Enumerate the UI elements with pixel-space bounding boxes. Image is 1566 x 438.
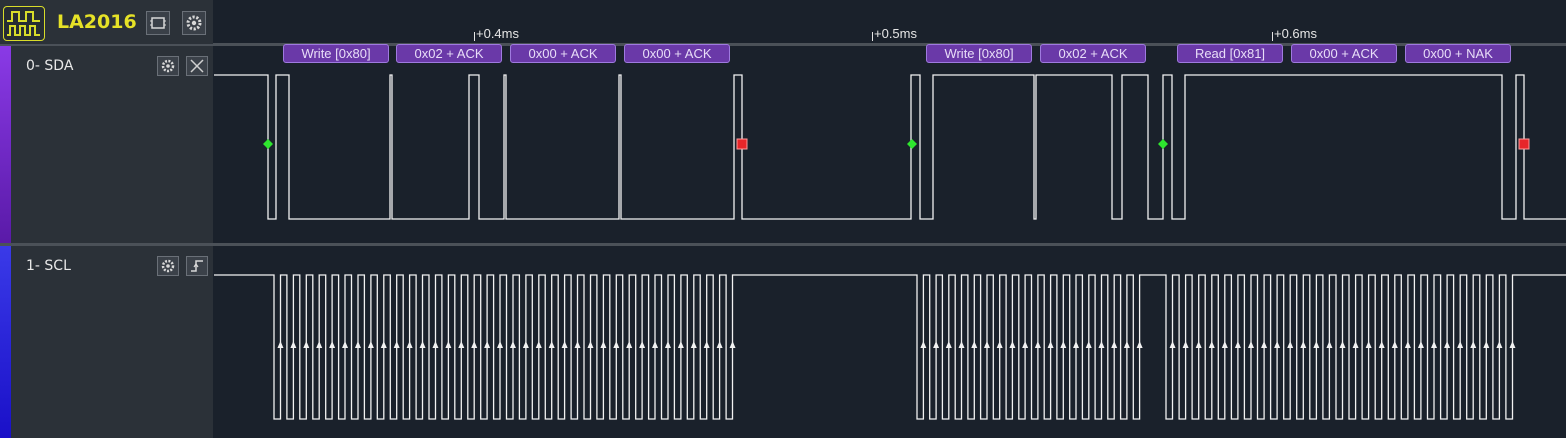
start-condition-marker: [907, 139, 917, 149]
device-header: LA2016: [0, 0, 213, 45]
scl-waveform: [214, 274, 1566, 420]
channel-settings-button[interactable]: [157, 56, 179, 76]
time-marker-label: +0.5ms: [874, 26, 917, 41]
time-tick: [872, 32, 873, 41]
channel-divider: [0, 243, 1566, 246]
gear-icon: [161, 259, 175, 273]
channel-color-stripe: [0, 246, 11, 438]
chip-icon: [150, 17, 166, 29]
decode-label[interactable]: 0x00 + ACK: [1291, 44, 1397, 63]
time-marker-label: +0.6ms: [1274, 26, 1317, 41]
decode-label[interactable]: 0x00 + NAK: [1405, 44, 1511, 63]
channel-panel-sda: 0- SDA: [0, 46, 213, 243]
waveform-area[interactable]: [0, 0, 1566, 438]
decode-label[interactable]: Write [0x80]: [926, 44, 1032, 63]
time-tick: [474, 32, 475, 41]
channel-trigger-button[interactable]: [186, 256, 208, 276]
channel-color-stripe: [0, 46, 11, 243]
decode-label[interactable]: 0x00 + ACK: [510, 44, 616, 63]
logic-analyzer-logo-icon: [3, 6, 45, 41]
channel-panel-scl: 1- SCL: [0, 246, 213, 438]
device-settings-button[interactable]: [182, 11, 206, 35]
decode-label[interactable]: 0x00 + ACK: [624, 44, 730, 63]
logic-analyzer-window: LA2016 0- SDA 1- SCL +0.4ms +0.5ms +0.6m…: [0, 0, 1566, 438]
gear-icon: [161, 59, 175, 73]
time-tick: [1272, 32, 1273, 41]
close-icon: [190, 59, 204, 73]
decode-label[interactable]: 0x02 + ACK: [1040, 44, 1146, 63]
start-condition-marker: [1158, 139, 1168, 149]
device-info-button[interactable]: [146, 11, 170, 35]
start-condition-marker: [263, 139, 273, 149]
channel-settings-button[interactable]: [157, 256, 179, 276]
channel-close-button[interactable]: [186, 56, 208, 76]
stop-condition-marker: [1518, 138, 1530, 150]
decode-label[interactable]: Write [0x80]: [283, 44, 389, 63]
time-marker-label: +0.4ms: [476, 26, 519, 41]
sda-waveform: [214, 74, 1566, 220]
gear-icon: [186, 15, 202, 31]
channel-label-scl: 1- SCL: [26, 258, 71, 274]
device-name: LA2016: [57, 11, 137, 33]
channel-label-sda: 0- SDA: [26, 58, 74, 74]
decode-label[interactable]: 0x02 + ACK: [396, 44, 502, 63]
rising-edge-trigger-icon: [191, 260, 203, 272]
decode-label[interactable]: Read [0x81]: [1177, 44, 1283, 63]
stop-condition-marker: [736, 138, 748, 150]
